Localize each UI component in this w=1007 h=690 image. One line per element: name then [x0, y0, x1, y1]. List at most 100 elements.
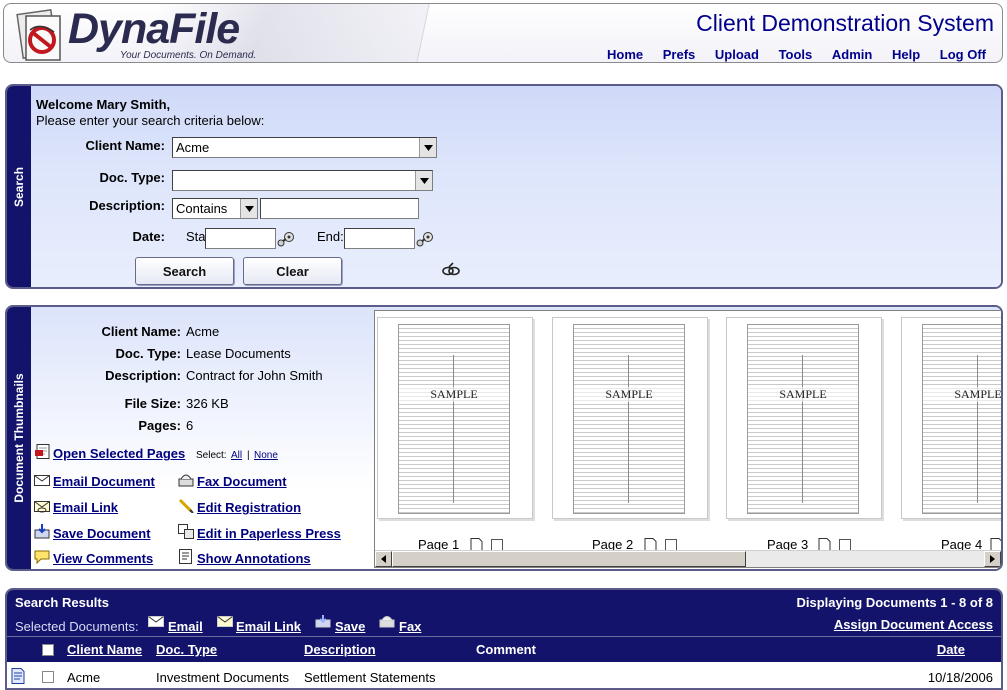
nav-log-off[interactable]: Log Off — [940, 47, 986, 62]
detail-pages-label: Pages: — [138, 418, 181, 433]
cell-client-name: Acme — [67, 670, 101, 685]
calendar-picker-icon[interactable] — [277, 231, 295, 247]
cell-date: 10/18/2006 — [927, 670, 993, 685]
select-label: Select: — [196, 450, 227, 461]
client-name-label: Client Name: — [85, 138, 165, 153]
detail-description: Contract for John Smith — [186, 368, 323, 383]
table-row[interactable]: Acme Investment Documents Settlement Sta… — [7, 664, 1001, 688]
cell-doc-type: Investment Documents — [156, 670, 289, 685]
description-input[interactable] — [260, 198, 419, 219]
assign-document-access-link[interactable]: Assign Document Access — [834, 617, 993, 632]
clear-button[interactable]: Clear — [243, 257, 342, 285]
email-link-link[interactable]: Email Link — [53, 500, 118, 515]
email-icon[interactable] — [34, 473, 50, 488]
logo-wordmark: DynaFile — [68, 5, 240, 53]
nav-prefs[interactable]: Prefs — [663, 47, 696, 62]
description-operator-select[interactable]: Contains — [172, 198, 258, 219]
results-title: Search Results — [15, 595, 109, 610]
col-client-name[interactable]: Client Name — [67, 642, 142, 657]
page-thumbnail-1[interactable]: SAMPLE — [377, 317, 533, 519]
nav-upload[interactable]: Upload — [715, 47, 759, 62]
doc-type-label: Doc. Type: — [99, 170, 166, 185]
app-header: DynaFile Your Documents. On Demand. Clie… — [3, 3, 1003, 63]
nav-help[interactable]: Help — [892, 47, 920, 62]
page-image: SAMPLE — [747, 324, 859, 514]
results-email-link[interactable]: Email — [168, 619, 203, 634]
nav-admin[interactable]: Admin — [832, 47, 872, 62]
page-image: SAMPLE — [573, 324, 685, 514]
paperless-press-icon[interactable] — [178, 524, 194, 539]
calendar-picker-icon[interactable] — [416, 231, 434, 247]
show-annotations-link[interactable]: Show Annotations — [197, 551, 311, 566]
thumbnails-side-tab: Document Thumbnails — [7, 307, 31, 569]
nav-home[interactable]: Home — [607, 47, 643, 62]
edit-in-paperless-press-link[interactable]: Edit in Paperless Press — [197, 526, 341, 541]
page-thumbnail-3[interactable]: SAMPLE — [726, 317, 882, 519]
email-icon[interactable] — [148, 615, 164, 628]
results-column-header: Client Name Doc. Type Description Commen… — [7, 636, 1001, 662]
client-name-select[interactable]: Acme — [172, 137, 437, 158]
edit-registration-link[interactable]: Edit Registration — [197, 500, 301, 515]
select-separator: | — [247, 450, 250, 461]
comments-icon[interactable] — [34, 549, 50, 564]
thumbnails-tab-label: Document Thumbnails — [12, 373, 26, 503]
email-link-icon[interactable] — [34, 499, 50, 514]
view-comments-link[interactable]: View Comments — [53, 551, 153, 566]
cell-description: Settlement Statements — [304, 670, 436, 685]
date-label: Date: — [132, 229, 165, 244]
pencil-icon[interactable] — [178, 498, 194, 513]
chain-link-icon[interactable] — [441, 261, 461, 277]
pdf-document-icon[interactable] — [35, 444, 51, 459]
col-date[interactable]: Date — [937, 642, 965, 657]
fax-icon[interactable] — [178, 472, 194, 487]
end-date-input[interactable] — [344, 228, 415, 249]
doc-type-select[interactable] — [172, 170, 433, 191]
scroll-right-icon[interactable] — [984, 551, 1001, 567]
welcome-text: Welcome Mary Smith, — [36, 97, 171, 112]
results-email-link-link[interactable]: Email Link — [236, 619, 301, 634]
detail-file-size-label: File Size: — [124, 396, 181, 411]
select-none-link[interactable]: None — [254, 450, 278, 461]
results-count: Displaying Documents 1 - 8 of 8 — [796, 595, 994, 610]
page-image: SAMPLE — [922, 324, 1001, 514]
document-icon[interactable] — [11, 668, 25, 684]
email-link-icon[interactable] — [217, 615, 233, 628]
open-selected-pages-link[interactable]: Open Selected Pages — [53, 446, 185, 461]
page-thumbnail-2[interactable]: SAMPLE — [552, 317, 708, 519]
email-document-link[interactable]: Email Document — [53, 474, 155, 489]
save-disk-icon[interactable] — [34, 524, 50, 539]
fax-icon[interactable] — [379, 614, 395, 628]
sample-watermark: SAMPLE — [574, 387, 684, 402]
chevron-down-icon[interactable] — [419, 138, 436, 157]
detail-pages: 6 — [186, 418, 194, 433]
col-doc-type[interactable]: Doc. Type — [156, 642, 217, 657]
detail-doc-type-label: Doc. Type: — [115, 346, 182, 361]
start-date-input[interactable] — [205, 228, 276, 249]
detail-doc-type: Lease Documents — [186, 346, 291, 361]
selected-documents-label: Selected Documents: — [15, 619, 139, 634]
annotations-icon[interactable] — [178, 549, 194, 564]
detail-client-name: Acme — [186, 324, 220, 339]
thumbnail-viewer: SAMPLE Page 1 SAMPLE Page 2 SAMPLE Page … — [374, 310, 1001, 568]
save-disk-icon[interactable] — [315, 615, 331, 628]
col-description[interactable]: Description — [304, 642, 376, 657]
select-all-checkbox[interactable] — [42, 644, 54, 656]
scrollbar-thumb[interactable] — [392, 551, 746, 567]
chevron-down-icon[interactable] — [415, 171, 432, 190]
nav-tools[interactable]: Tools — [779, 47, 813, 62]
search-button[interactable]: Search — [135, 257, 234, 285]
detail-file-size: 326 KB — [186, 396, 229, 411]
chevron-down-icon[interactable] — [240, 199, 257, 218]
app-title: Client Demonstration System — [696, 10, 994, 36]
select-all-link[interactable]: All — [231, 450, 242, 461]
client-name-value: Acme — [176, 140, 210, 155]
results-fax-link[interactable]: Fax — [399, 619, 421, 634]
row-select-checkbox[interactable] — [42, 671, 54, 683]
results-save-link[interactable]: Save — [335, 619, 365, 634]
horizontal-scrollbar[interactable] — [375, 550, 1001, 567]
page-thumbnail-4[interactable]: SAMPLE — [901, 317, 1001, 519]
search-panel: Search Welcome Mary Smith, Please enter … — [5, 84, 1003, 289]
fax-document-link[interactable]: Fax Document — [197, 474, 287, 489]
scroll-left-icon[interactable] — [375, 551, 392, 567]
save-document-link[interactable]: Save Document — [53, 526, 151, 541]
